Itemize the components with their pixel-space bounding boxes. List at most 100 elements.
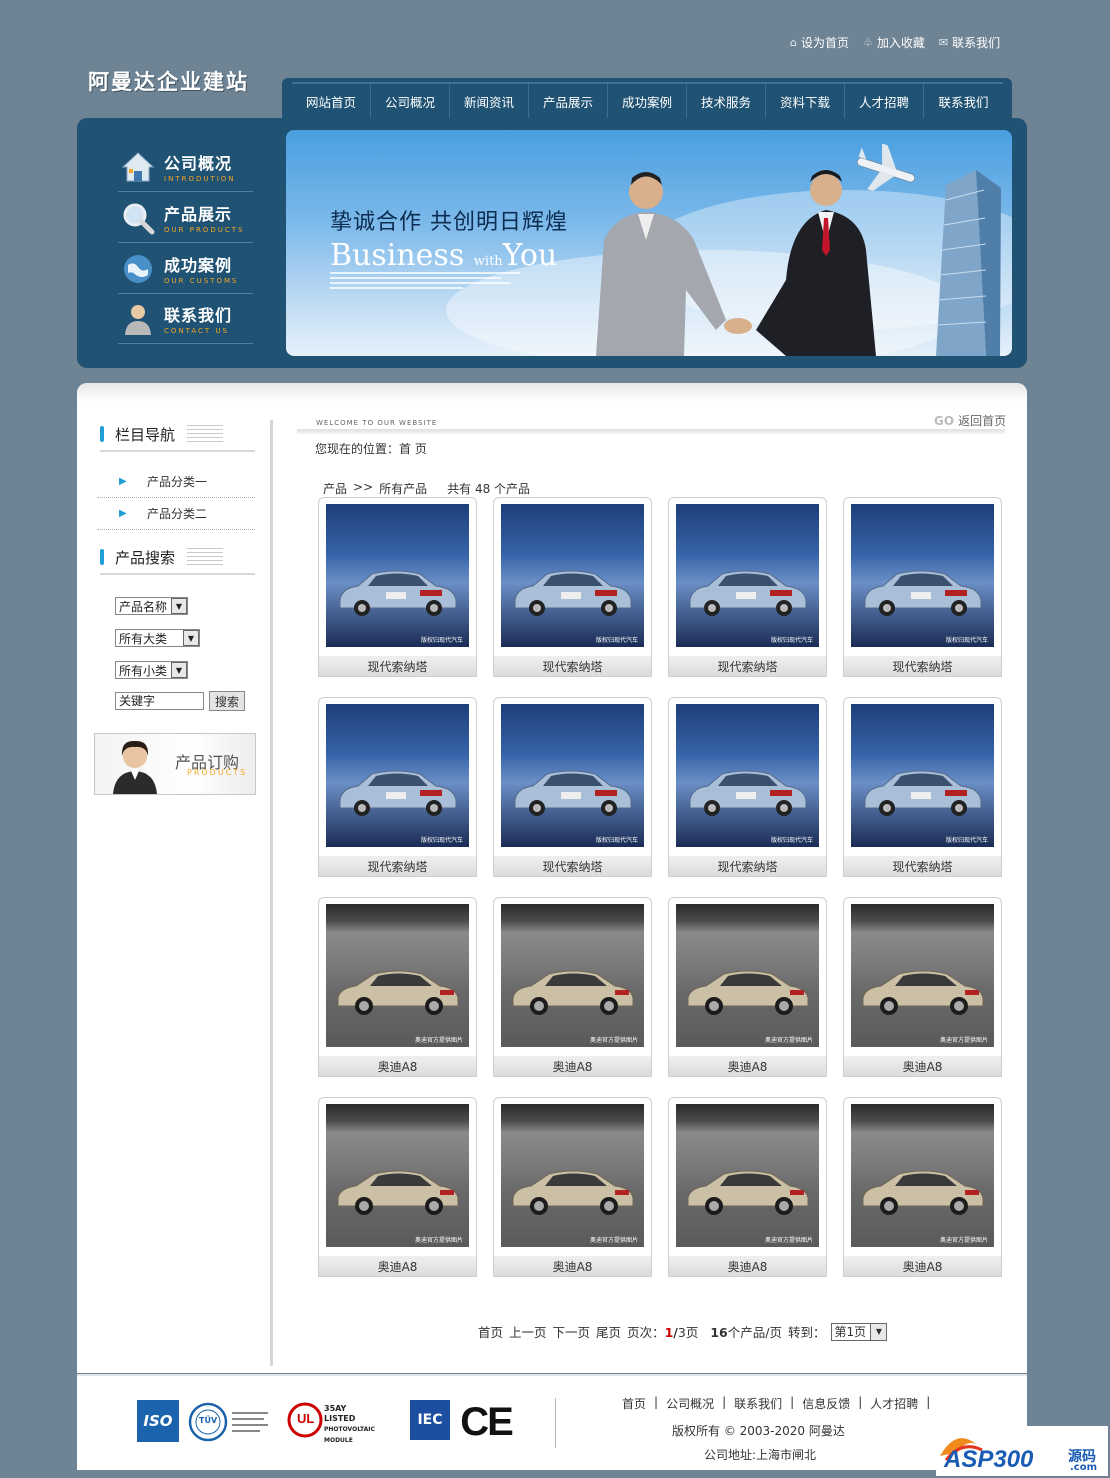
pager-last[interactable]: 尾页 bbox=[596, 1322, 621, 1341]
product-name[interactable]: 现代索纳塔 bbox=[319, 856, 476, 876]
product-image[interactable]: 奥迪官方提供图片 bbox=[851, 904, 994, 1047]
product-name[interactable]: 奥迪A8 bbox=[494, 1056, 651, 1076]
search-button[interactable]: 搜索 bbox=[209, 691, 245, 711]
car-image bbox=[512, 970, 634, 1015]
image-watermark: 奥迪官方提供图片 bbox=[764, 1237, 813, 1244]
footer-link-home[interactable]: 首页 bbox=[622, 1395, 646, 1412]
product-card[interactable]: 奥迪官方提供图片奥迪A8 bbox=[493, 897, 652, 1077]
product-image[interactable]: 奥迪官方提供图片 bbox=[326, 1104, 469, 1247]
product-image[interactable]: 奥迪官方提供图片 bbox=[851, 1104, 994, 1247]
minor-category-select[interactable]: 所有小类 ▼ bbox=[115, 661, 188, 679]
add-favorite-link[interactable]: ♧ 加入收藏 bbox=[863, 34, 925, 51]
product-image[interactable]: 奥迪官方提供图片 bbox=[326, 904, 469, 1047]
service-woman-icon bbox=[113, 740, 157, 794]
footer-link-feedback[interactable]: 信息反馈 bbox=[802, 1395, 850, 1412]
nav-jobs[interactable]: 人才招聘 bbox=[845, 82, 924, 118]
footer-link-company[interactable]: 公司概况 bbox=[666, 1395, 714, 1412]
pager-status: 页次：1/3页 bbox=[627, 1325, 699, 1340]
product-name[interactable]: 奥迪A8 bbox=[319, 1056, 476, 1076]
product-image[interactable]: 版权归现代汽车 bbox=[851, 504, 994, 647]
product-card[interactable]: 奥迪官方提供图片奥迪A8 bbox=[493, 1097, 652, 1277]
product-name[interactable]: 现代索纳塔 bbox=[494, 656, 651, 676]
set-homepage-link[interactable]: ⌂ 设为首页 bbox=[790, 34, 849, 51]
image-watermark: 版权归现代汽车 bbox=[420, 637, 463, 644]
image-watermark: 奥迪官方提供图片 bbox=[589, 1037, 638, 1044]
pager-next[interactable]: 下一页 bbox=[553, 1322, 591, 1341]
product-name[interactable]: 奥迪A8 bbox=[844, 1056, 1001, 1076]
nav-home[interactable]: 网站首页 bbox=[292, 82, 371, 118]
product-card[interactable]: 版权归现代汽车现代索纳塔 bbox=[318, 697, 477, 877]
product-card[interactable]: 奥迪官方提供图片奥迪A8 bbox=[843, 897, 1002, 1077]
product-name[interactable]: 奥迪A8 bbox=[319, 1256, 476, 1276]
product-image[interactable]: 版权归现代汽车 bbox=[326, 704, 469, 847]
product-order-banner[interactable]: 产品订购 PRODUCTS bbox=[94, 733, 256, 795]
banner-fine-text bbox=[330, 272, 520, 292]
product-card[interactable]: 奥迪官方提供图片奥迪A8 bbox=[668, 897, 827, 1077]
product-card[interactable]: 版权归现代汽车现代索纳塔 bbox=[668, 497, 827, 677]
product-card[interactable]: 版权归现代汽车现代索纳塔 bbox=[493, 697, 652, 877]
product-name[interactable]: 现代索纳塔 bbox=[669, 656, 826, 676]
product-image[interactable]: 版权归现代汽车 bbox=[676, 704, 819, 847]
product-card[interactable]: 版权归现代汽车现代索纳塔 bbox=[318, 497, 477, 677]
nav-downloads[interactable]: 资料下载 bbox=[766, 82, 845, 118]
chevron-down-icon: ▼ bbox=[171, 598, 187, 614]
page-select[interactable]: 第1页 ▼ bbox=[831, 1322, 888, 1341]
product-card[interactable]: 奥迪官方提供图片奥迪A8 bbox=[668, 1097, 827, 1277]
product-image[interactable]: 版权归现代汽车 bbox=[326, 504, 469, 647]
side-menu-cases[interactable]: 成功案例 OUR CUSTOMS bbox=[118, 244, 253, 294]
keyword-input[interactable]: 关键字 bbox=[115, 692, 204, 710]
breadcrumb-all[interactable]: 所有产品 bbox=[379, 480, 427, 497]
product-name[interactable]: 现代索纳塔 bbox=[494, 856, 651, 876]
product-name[interactable]: 奥迪A8 bbox=[669, 1256, 826, 1276]
nav-contact[interactable]: 联系我们 bbox=[924, 82, 1003, 118]
product-image[interactable]: 奥迪官方提供图片 bbox=[501, 1104, 644, 1247]
nav-tech-service[interactable]: 技术服务 bbox=[687, 82, 766, 118]
product-name[interactable]: 现代索纳塔 bbox=[844, 856, 1001, 876]
product-card[interactable]: 版权归现代汽车现代索纳塔 bbox=[493, 497, 652, 677]
pager-first[interactable]: 首页 bbox=[478, 1322, 503, 1341]
nav-cases[interactable]: 成功案例 bbox=[608, 82, 687, 118]
product-image[interactable]: 版权归现代汽车 bbox=[676, 504, 819, 647]
product-image[interactable]: 奥迪官方提供图片 bbox=[676, 904, 819, 1047]
search-field-select[interactable]: 产品名称 ▼ bbox=[115, 597, 188, 615]
product-name[interactable]: 奥迪A8 bbox=[669, 1056, 826, 1076]
product-image[interactable]: 版权归现代汽车 bbox=[851, 704, 994, 847]
product-card[interactable]: 奥迪官方提供图片奥迪A8 bbox=[318, 1097, 477, 1277]
site-logo[interactable]: 阿曼达企业建站 bbox=[88, 66, 249, 96]
category-item-1[interactable]: ▶ 产品分类一 bbox=[97, 466, 255, 498]
product-image[interactable]: 版权归现代汽车 bbox=[501, 504, 644, 647]
product-card[interactable]: 版权归现代汽车现代索纳塔 bbox=[843, 697, 1002, 877]
product-name[interactable]: 奥迪A8 bbox=[494, 1256, 651, 1276]
back-home-link[interactable]: GO 返回首页 bbox=[934, 412, 1006, 429]
product-image[interactable]: 奥迪官方提供图片 bbox=[676, 1104, 819, 1247]
nav-news[interactable]: 新闻资讯 bbox=[450, 82, 529, 118]
product-card[interactable]: 版权归现代汽车现代索纳塔 bbox=[668, 697, 827, 877]
iso-cert-logo: ISO bbox=[137, 1400, 179, 1442]
image-watermark: 奥迪官方提供图片 bbox=[764, 1037, 813, 1044]
product-name[interactable]: 现代索纳塔 bbox=[319, 656, 476, 676]
product-image[interactable]: 奥迪官方提供图片 bbox=[501, 904, 644, 1047]
footer-link-contact[interactable]: 联系我们 bbox=[734, 1395, 782, 1412]
product-name[interactable]: 现代索纳塔 bbox=[669, 856, 826, 876]
product-card[interactable]: 版权归现代汽车现代索纳塔 bbox=[843, 497, 1002, 677]
product-name[interactable]: 奥迪A8 bbox=[844, 1256, 1001, 1276]
house-icon bbox=[118, 147, 158, 187]
content-panel-top bbox=[77, 383, 1027, 401]
product-name[interactable]: 现代索纳塔 bbox=[844, 656, 1001, 676]
major-category-select[interactable]: 所有大类 ▼ bbox=[115, 629, 200, 647]
contact-us-top-link[interactable]: ✉ 联系我们 bbox=[939, 34, 1000, 51]
breadcrumb-product[interactable]: 产品 bbox=[323, 480, 347, 497]
product-card[interactable]: 奥迪官方提供图片奥迪A8 bbox=[318, 897, 477, 1077]
nav-products[interactable]: 产品展示 bbox=[529, 82, 608, 118]
nav-company[interactable]: 公司概况 bbox=[371, 82, 450, 118]
side-menu-introduction[interactable]: 公司概况 INTRODUTION bbox=[118, 142, 253, 192]
image-watermark: 版权归现代汽车 bbox=[770, 637, 813, 644]
footer-link-jobs[interactable]: 人才招聘 bbox=[870, 1395, 918, 1412]
side-menu-contact[interactable]: 联系我们 CONTACT US bbox=[118, 294, 253, 344]
chevron-down-icon: ▼ bbox=[870, 1323, 887, 1340]
pager-prev[interactable]: 上一页 bbox=[509, 1322, 547, 1341]
side-menu-products[interactable]: 产品展示 OUR PRODUCTS bbox=[118, 193, 253, 243]
product-card[interactable]: 奥迪官方提供图片奥迪A8 bbox=[843, 1097, 1002, 1277]
category-item-2[interactable]: ▶ 产品分类二 bbox=[97, 498, 255, 530]
product-image[interactable]: 版权归现代汽车 bbox=[501, 704, 644, 847]
